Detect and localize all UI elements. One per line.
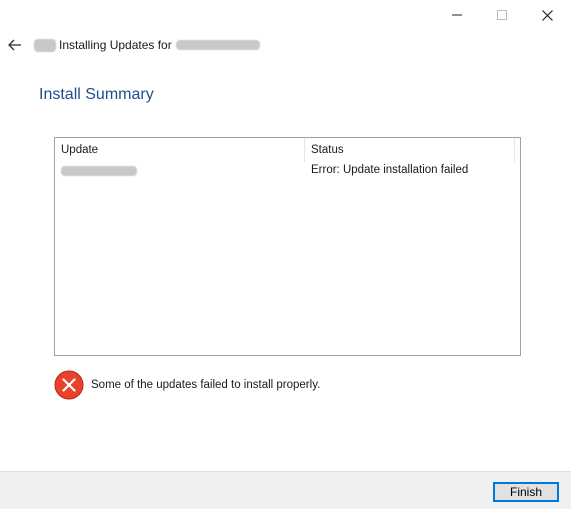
- redacted-app-icon: [34, 38, 56, 52]
- updates-list[interactable]: Update Status Error: Update installation…: [54, 137, 521, 356]
- column-header-status[interactable]: Status: [305, 138, 515, 162]
- window-title: Installing Updates for: [34, 37, 260, 53]
- maximize-button[interactable]: [479, 0, 525, 30]
- redacted-product-name: [175, 40, 260, 50]
- table-row[interactable]: Error: Update installation failed: [55, 162, 520, 180]
- update-name-cell: [61, 166, 137, 179]
- finish-button[interactable]: Finish: [493, 482, 559, 502]
- footer-bar: [0, 471, 571, 509]
- page-title: Install Summary: [39, 86, 154, 103]
- back-arrow-icon: [8, 39, 21, 51]
- close-button[interactable]: [524, 0, 570, 30]
- column-header-update[interactable]: Update: [55, 138, 305, 162]
- maximize-icon: [497, 10, 507, 20]
- back-button[interactable]: [4, 36, 26, 54]
- update-status-cell: Error: Update installation failed: [311, 164, 469, 176]
- error-icon: [54, 370, 84, 400]
- redacted-update-name: [61, 166, 137, 176]
- window-title-text: Installing Updates for: [59, 38, 172, 52]
- minimize-button[interactable]: [434, 0, 480, 30]
- result-message-text: Some of the updates failed to install pr…: [91, 379, 321, 391]
- result-message: Some of the updates failed to install pr…: [54, 369, 320, 401]
- close-icon: [541, 9, 553, 21]
- minimize-icon: [452, 14, 462, 16]
